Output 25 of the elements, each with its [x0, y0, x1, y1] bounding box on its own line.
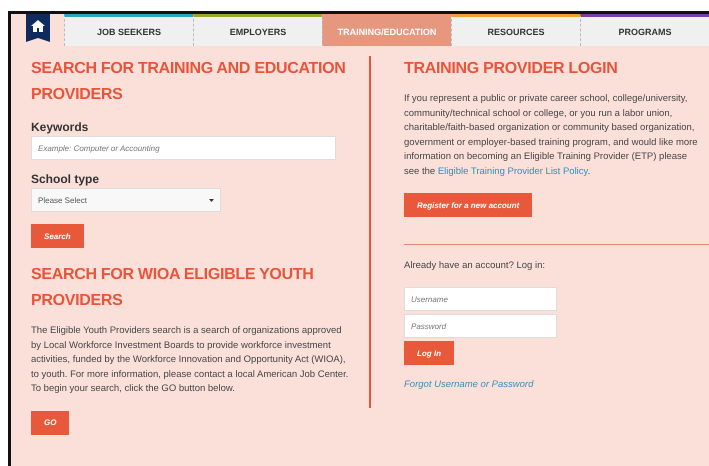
- password-field[interactable]: Password: [404, 314, 557, 338]
- section-heading: SEARCH FOR TRAINING AND EDUCATION PROVIDERS: [31, 59, 347, 105]
- keywords-field[interactable]: Example: Computer or Accounting: [31, 136, 336, 160]
- go-button[interactable]: GO: [31, 410, 70, 434]
- caret-icon: [209, 198, 214, 202]
- school-type-label: School type: [31, 172, 100, 186]
- nav-tab[interactable]: JOB SEEKERS: [64, 14, 193, 46]
- login-button[interactable]: Log In: [404, 341, 454, 365]
- login-prompt: Already have an account? Log in:: [404, 260, 546, 271]
- home-icon[interactable]: [26, 14, 50, 42]
- search-button[interactable]: Search: [31, 224, 84, 248]
- nav-tab[interactable]: PROGRAMS: [580, 14, 709, 46]
- description-text: If you represent a public or private career school, college/university, community/technical school or college, or you run a labor union, charitable/faith-based organization or community based organization, government or employer-based training program, and would like more information on becoming an Eligible Training Provider (ETP) please see the Eligible Training Provider List Policy.: [404, 92, 699, 178]
- keywords-label: Keywords: [31, 120, 88, 134]
- nav-tab[interactable]: RESOURCES: [451, 14, 580, 46]
- nav-tab[interactable]: EMPLOYERS: [193, 14, 322, 46]
- section-heading: TRAINING PROVIDER LOGIN: [404, 59, 618, 79]
- policy-link[interactable]: Eligible Training Provider List Policy: [438, 166, 588, 176]
- username-field[interactable]: Username: [404, 287, 557, 311]
- description-text: The Eligible Youth Providers search is a search of organizations approved by Local Workforce Investment Boards to provide workforce investment activities, funded by the Workforce Innovation and Opportunity Act (WIOA), to youth. For more information, please contact a local American Job Center. To begin your search, click the GO button below.: [31, 324, 350, 396]
- section-heading: SEARCH FOR WIOA ELIGIBLE YOUTH PROVIDERS: [31, 265, 315, 311]
- forgot-link[interactable]: Forgot Username or Password: [404, 379, 534, 390]
- school-type-dropdown[interactable]: Please Select: [31, 188, 221, 212]
- register-button[interactable]: Register for a new account: [404, 193, 532, 217]
- nav-tab[interactable]: TRAINING/EDUCATION: [322, 14, 451, 46]
